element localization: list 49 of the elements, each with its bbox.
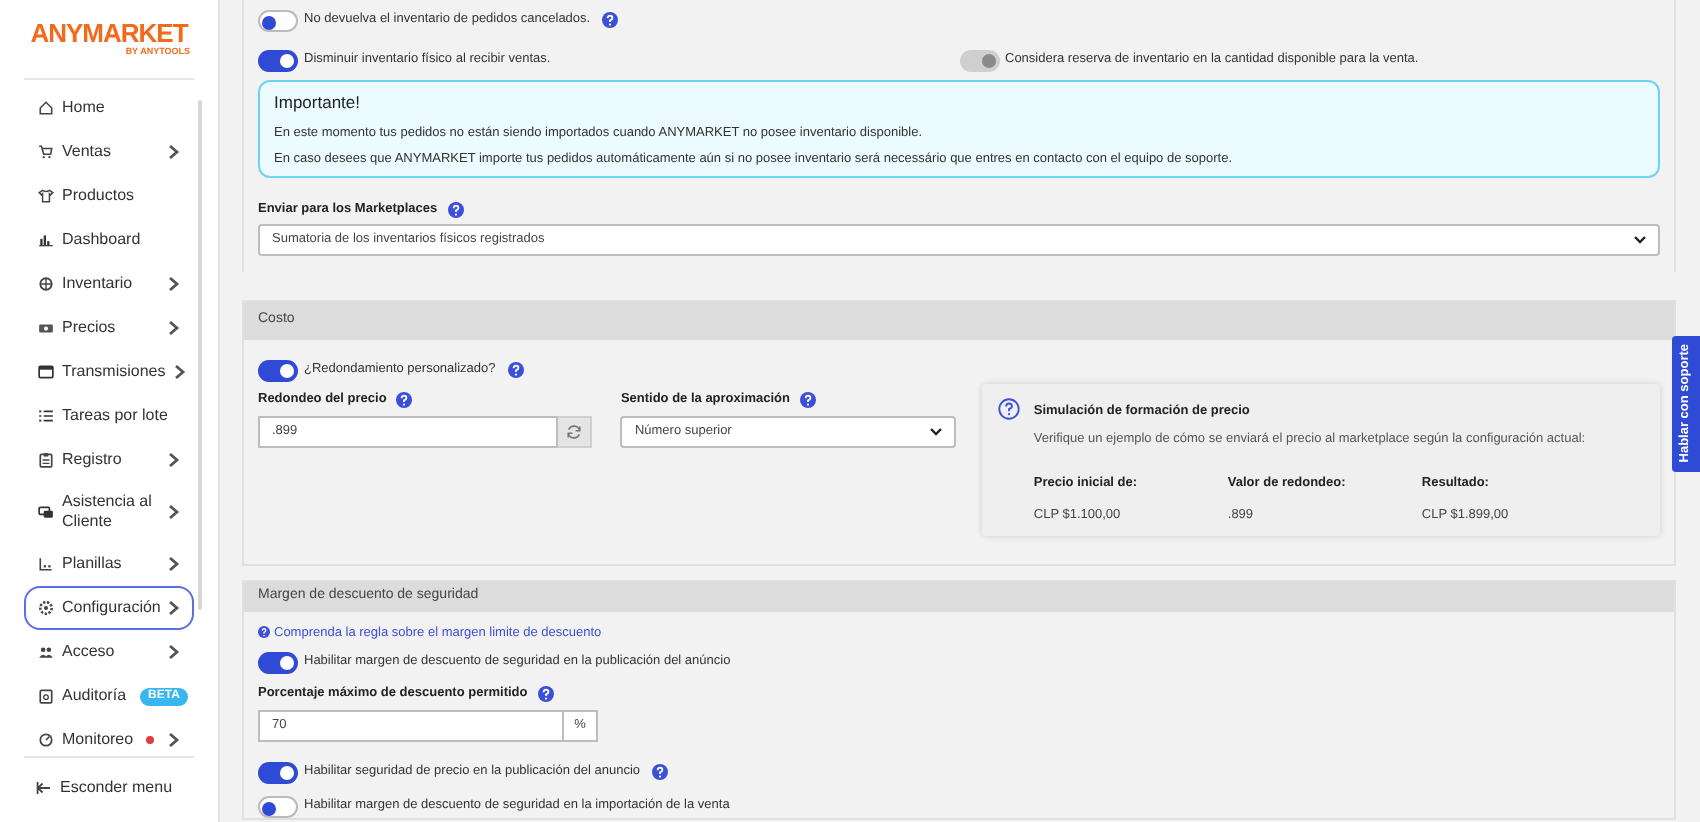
settings-icon xyxy=(38,600,54,616)
notice-title: Importante! xyxy=(274,90,362,116)
list-icon xyxy=(38,408,54,424)
sidebar-item[interactable]: Precios xyxy=(24,306,194,350)
help-icon xyxy=(258,626,270,639)
toggle-switch[interactable] xyxy=(258,761,298,783)
caret-down-icon xyxy=(1634,236,1646,244)
cart-icon xyxy=(38,144,54,160)
sidebar-item[interactable]: Dashboard xyxy=(24,218,194,262)
sidebar-item[interactable]: Monitoreo xyxy=(24,718,194,756)
help-icon xyxy=(507,362,524,378)
house-icon xyxy=(38,100,54,116)
gauge-icon xyxy=(38,732,54,748)
caret-down-icon xyxy=(929,427,942,436)
users-icon xyxy=(38,644,54,660)
shirt-icon xyxy=(38,188,54,204)
globe-icon xyxy=(38,276,54,292)
arrow-left-icon xyxy=(36,782,52,794)
sidebar-item[interactable]: Tareas por lote xyxy=(24,394,194,438)
toggle-switch[interactable] xyxy=(258,49,298,71)
help-circle-icon xyxy=(997,398,1020,420)
help-icon xyxy=(652,764,669,780)
sidebar-item[interactable]: Acceso xyxy=(24,630,194,674)
sidebar-item[interactable]: Registro xyxy=(24,438,194,482)
toggle-switch[interactable] xyxy=(258,795,298,817)
sidebar-item[interactable]: Productos xyxy=(24,174,194,218)
toggle-switch[interactable] xyxy=(258,359,298,381)
help-icon xyxy=(537,686,554,703)
scrollbar[interactable] xyxy=(198,100,202,610)
toggle-switch[interactable] xyxy=(258,651,298,674)
toggle-switch[interactable] xyxy=(258,9,298,31)
help-icon xyxy=(799,391,816,408)
banknote-icon xyxy=(38,320,54,336)
logo-text: ANYMARKET xyxy=(30,20,188,46)
bar-chart-icon xyxy=(38,232,54,248)
sidebar-item[interactable]: Transmisiones xyxy=(24,350,194,394)
collapse-menu-button[interactable]: Esconder menu xyxy=(24,776,185,800)
chat-icon xyxy=(38,504,54,520)
sidebar-item[interactable]: Planillas xyxy=(24,542,194,586)
sidebar-item[interactable]: Inventario xyxy=(24,262,194,306)
window-icon xyxy=(38,364,54,380)
refresh-button[interactable] xyxy=(558,415,593,448)
sidebar-item[interactable]: Asistencia al Cliente xyxy=(24,482,194,542)
refresh-icon xyxy=(566,423,583,440)
help-icon xyxy=(447,202,464,219)
help-icon xyxy=(396,391,413,408)
sidebar-item[interactable]: Home xyxy=(24,86,194,130)
sidebar-item[interactable]: Configuración xyxy=(24,586,194,630)
sidebar-item[interactable]: Ventas xyxy=(24,130,194,174)
